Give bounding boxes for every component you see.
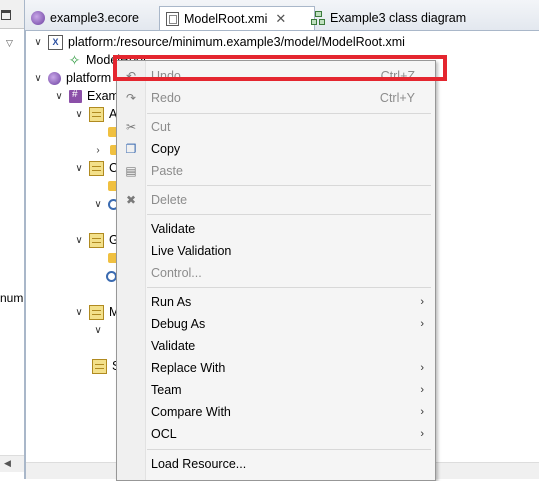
collapse-arrow-icon[interactable]: ∨ bbox=[73, 235, 85, 246]
highlight-annotation-box bbox=[113, 55, 447, 81]
submenu-arrow-icon: › bbox=[420, 296, 424, 308]
menu-item-ocl[interactable]: OCL › bbox=[117, 423, 435, 445]
menu-item-replace-with[interactable]: Replace With › bbox=[117, 357, 435, 379]
menu-item-delete[interactable]: ✖ Delete bbox=[117, 189, 435, 211]
close-icon[interactable]: ✕ bbox=[275, 11, 286, 27]
menu-item-run-as[interactable]: Run As › bbox=[117, 291, 435, 313]
menu-item-label: Debug As bbox=[151, 317, 206, 331]
ecore-icon bbox=[31, 11, 45, 25]
menu-item-label: Compare With bbox=[151, 405, 231, 419]
xmi-file-icon bbox=[166, 11, 179, 26]
menu-item-paste[interactable]: ▤ Paste bbox=[117, 160, 435, 182]
menu-separator bbox=[147, 185, 431, 186]
tab-example3-ecore[interactable]: example3.ecore bbox=[25, 6, 158, 30]
collapse-arrow-icon[interactable]: ∨ bbox=[73, 109, 85, 120]
expand-arrow-icon[interactable]: › bbox=[92, 145, 104, 156]
ecore-icon bbox=[48, 71, 61, 85]
tree-item-resource-ecore[interactable]: ∨ platform bbox=[32, 68, 111, 88]
collapse-arrow-icon[interactable]: ∨ bbox=[92, 325, 104, 336]
menu-item-label: Copy bbox=[151, 142, 181, 156]
menu-item-validate-2[interactable]: Validate bbox=[117, 335, 435, 357]
menu-item-team[interactable]: Team › bbox=[117, 379, 435, 401]
tab-modelroot-xmi[interactable]: ModelRoot.xmi ✕ bbox=[159, 6, 315, 30]
collapse-arrow-icon[interactable]: ∨ bbox=[92, 199, 104, 210]
submenu-arrow-icon: › bbox=[420, 384, 424, 396]
maximize-icon[interactable] bbox=[1, 10, 11, 20]
editor-tab-bar: example3.ecore ModelRoot.xmi ✕ Example3 … bbox=[25, 0, 539, 31]
tree-item-package[interactable]: ∨ Exam bbox=[53, 86, 119, 106]
menu-item-label: Team bbox=[151, 383, 182, 397]
tab-label: Example3 class diagram bbox=[330, 11, 467, 25]
menu-item-label: Cut bbox=[151, 120, 171, 134]
tree-item-resource-xmi[interactable]: ∨ X platform:/resource/minimum.example3/… bbox=[32, 32, 405, 52]
tree-item-child[interactable]: ∨ bbox=[92, 320, 108, 340]
menu-item-label: Replace With bbox=[151, 361, 226, 375]
menu-item-debug-as[interactable]: Debug As › bbox=[117, 313, 435, 335]
class-icon bbox=[89, 232, 104, 248]
menu-item-label: Load Resource... bbox=[151, 457, 247, 471]
menu-separator bbox=[147, 449, 431, 450]
paste-icon: ▤ bbox=[125, 164, 137, 178]
tree-item-label: platform:/resource/minimum.example3/mode… bbox=[68, 35, 405, 49]
menu-separator bbox=[147, 113, 431, 114]
menu-item-copy[interactable]: ❐ Copy bbox=[117, 138, 435, 160]
tree-item-class-g[interactable]: ∨ G bbox=[73, 230, 119, 250]
diagram-icon bbox=[311, 11, 325, 25]
menu-item-label: Live Validation bbox=[151, 244, 232, 258]
collapse-arrow-icon[interactable]: ∨ bbox=[32, 37, 44, 48]
menu-item-label: Control... bbox=[151, 266, 202, 280]
menu-separator bbox=[147, 214, 431, 215]
copy-icon: ❐ bbox=[125, 142, 137, 156]
left-view-panel: ▽ num ◀ bbox=[0, 0, 25, 479]
tree-item-label: platform bbox=[66, 71, 112, 85]
truncated-label: num bbox=[0, 291, 24, 305]
collapse-arrow-icon[interactable]: ∨ bbox=[73, 307, 85, 318]
model-object-icon: ✧ bbox=[68, 51, 81, 68]
delete-icon: ✖ bbox=[125, 193, 137, 207]
menu-item-label: OCL bbox=[151, 427, 177, 441]
menu-item-cut[interactable]: ✂ Cut bbox=[117, 116, 435, 138]
menu-item-control[interactable]: Control... bbox=[117, 262, 435, 284]
menu-item-label: Run As bbox=[151, 295, 192, 309]
left-horizontal-scrollbar[interactable]: ◀ bbox=[0, 455, 24, 472]
menu-item-shortcut: Ctrl+Y bbox=[379, 91, 415, 105]
collapse-arrow-icon[interactable]: ∨ bbox=[73, 163, 85, 174]
menu-item-label: Paste bbox=[151, 164, 183, 178]
menu-item-label: Delete bbox=[151, 193, 188, 207]
tree-item-class-a[interactable]: ∨ A bbox=[73, 104, 117, 124]
class-icon bbox=[92, 358, 107, 374]
submenu-arrow-icon: › bbox=[420, 318, 424, 330]
class-icon bbox=[89, 106, 104, 122]
menu-item-label: Validate bbox=[151, 339, 196, 353]
collapse-arrow-icon[interactable]: ∨ bbox=[32, 73, 44, 84]
tree-item-class-c[interactable]: ∨ C bbox=[73, 158, 118, 178]
submenu-arrow-icon: › bbox=[420, 428, 424, 440]
menu-item-validate[interactable]: Validate bbox=[117, 218, 435, 240]
collapse-arrow-icon[interactable]: ∨ bbox=[53, 91, 65, 102]
menu-item-label: Redo bbox=[151, 91, 181, 105]
xmi-file-icon: X bbox=[48, 34, 63, 50]
tab-class-diagram[interactable]: Example3 class diagram bbox=[305, 6, 475, 30]
menu-item-load-resource[interactable]: Load Resource... bbox=[117, 453, 435, 475]
cut-icon: ✂ bbox=[125, 120, 137, 134]
submenu-arrow-icon: › bbox=[420, 406, 424, 418]
left-view-toolbar bbox=[0, 0, 24, 29]
class-icon bbox=[89, 304, 104, 320]
tab-label: example3.ecore bbox=[50, 11, 139, 25]
redo-icon: ↷ bbox=[125, 91, 137, 105]
package-icon bbox=[69, 89, 82, 103]
menu-separator bbox=[147, 287, 431, 288]
tree-item-label: Exam bbox=[87, 89, 119, 103]
context-menu: ↶ Undo Ctrl+Z ↷ Redo Ctrl+Y ✂ Cut ❐ Copy… bbox=[116, 60, 436, 481]
menu-item-label: Validate bbox=[151, 222, 196, 236]
tab-label: ModelRoot.xmi bbox=[184, 11, 268, 26]
class-icon bbox=[89, 160, 104, 176]
tree-item-class-m[interactable]: ∨ M bbox=[73, 302, 119, 322]
menu-item-compare-with[interactable]: Compare With › bbox=[117, 401, 435, 423]
menu-item-live-validation[interactable]: Live Validation bbox=[117, 240, 435, 262]
scroll-left-icon[interactable]: ◀ bbox=[4, 458, 11, 469]
menu-item-redo[interactable]: ↷ Redo Ctrl+Y bbox=[117, 87, 435, 109]
view-menu-chevron-icon[interactable]: ▽ bbox=[6, 38, 13, 49]
submenu-arrow-icon: › bbox=[420, 362, 424, 374]
